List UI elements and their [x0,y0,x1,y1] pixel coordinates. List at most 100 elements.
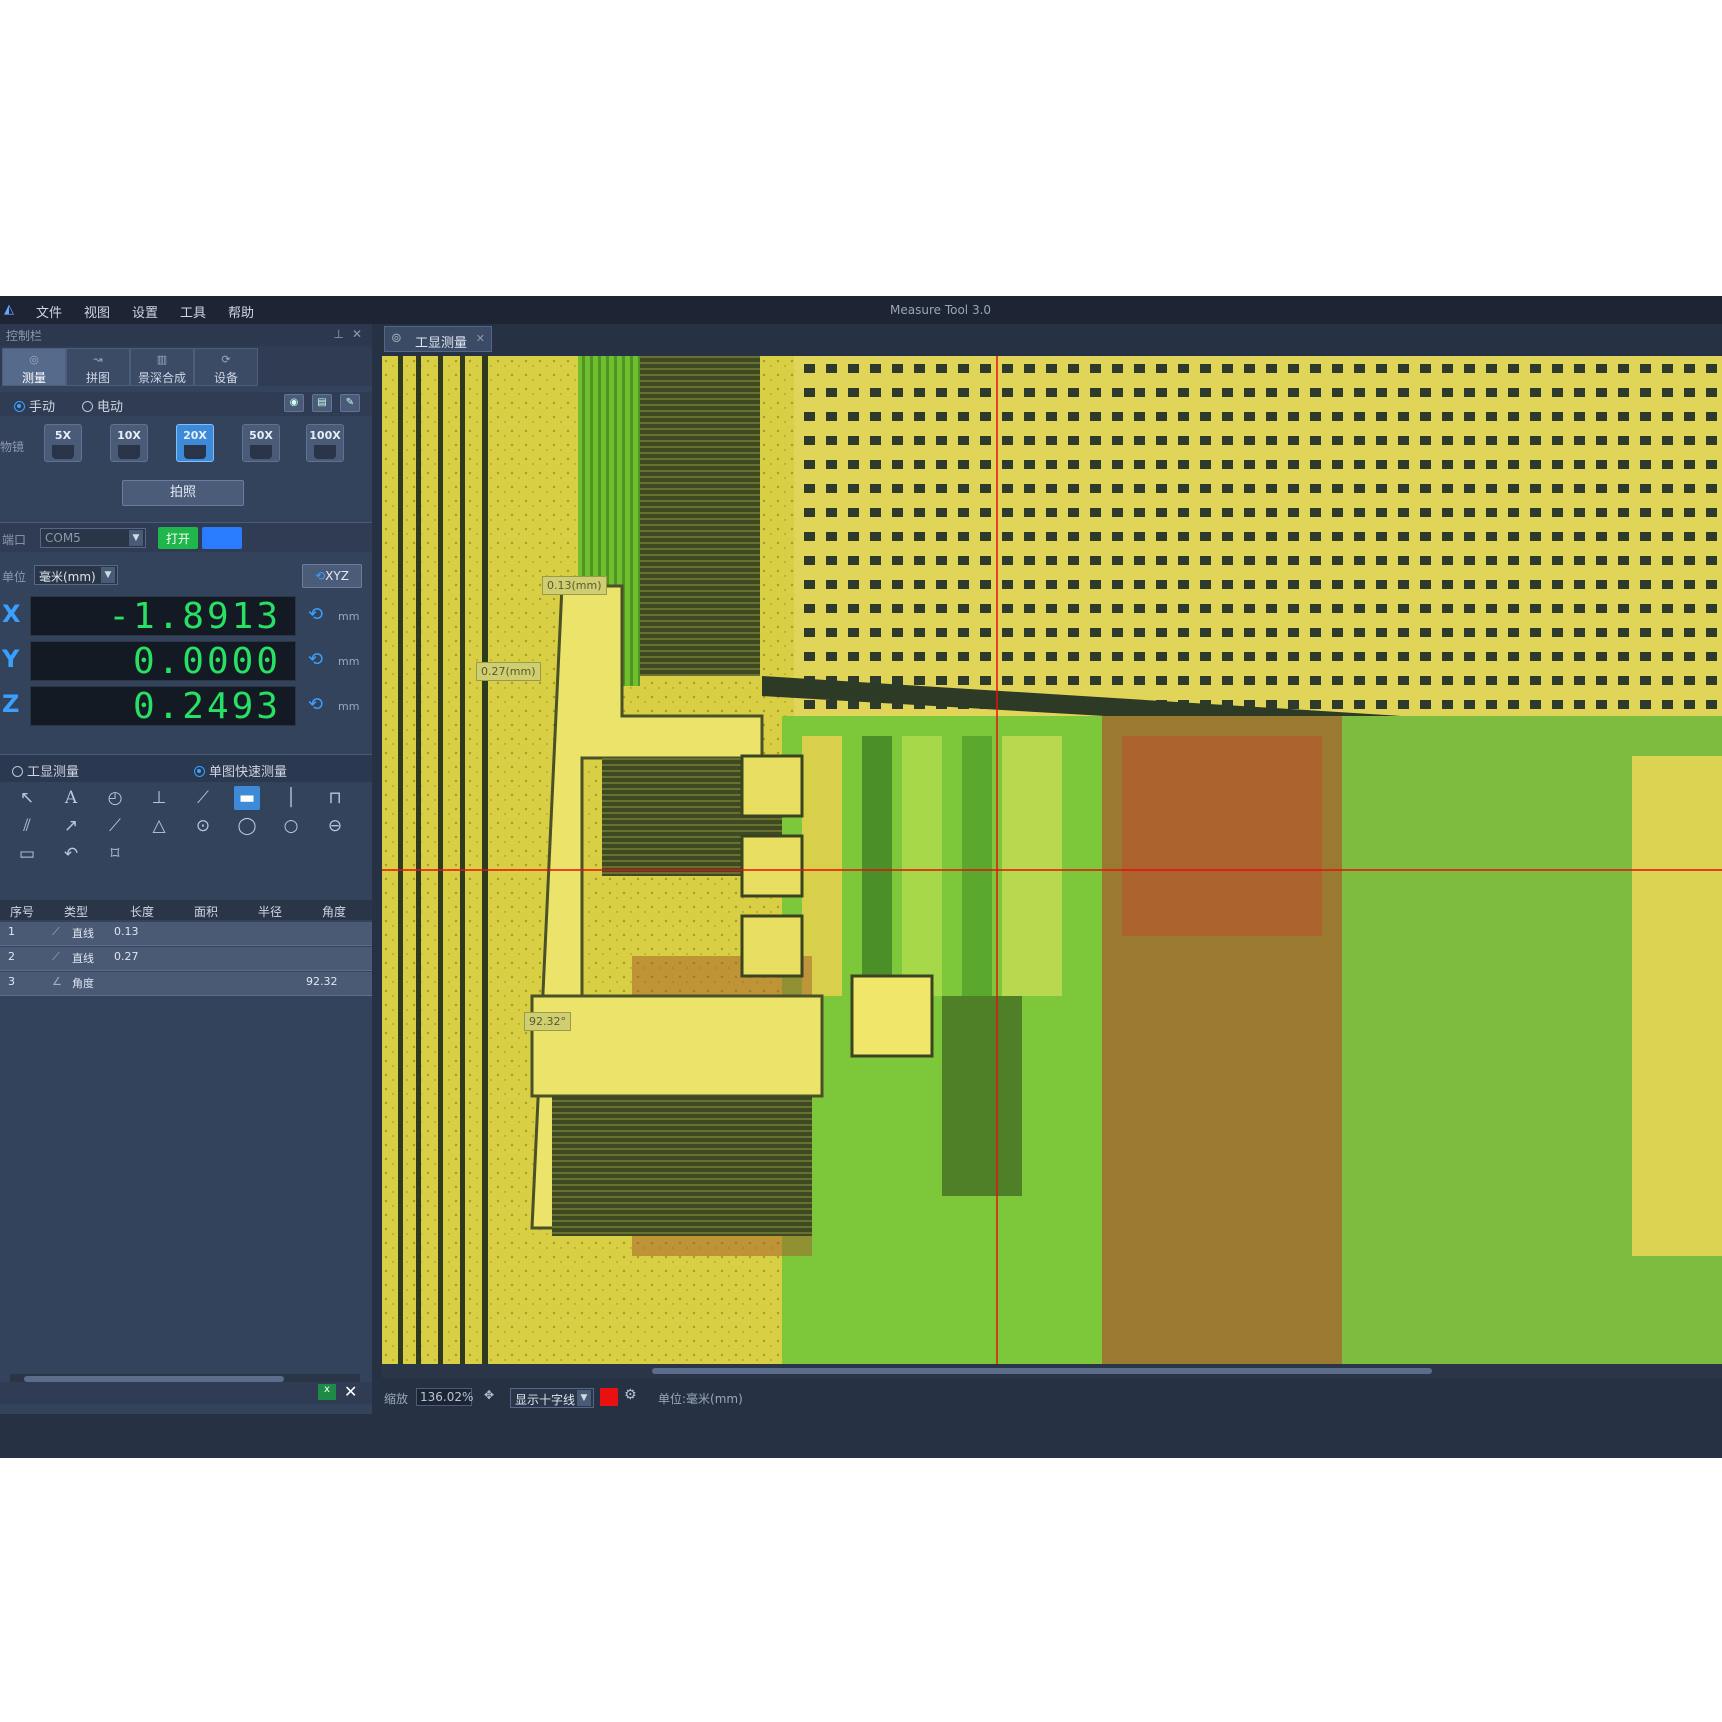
chip-micrograph [382,356,1722,1364]
port-label: 端口 [2,533,27,547]
menu-settings[interactable]: 设置 [132,302,158,321]
arc-icon[interactable]: ↶ [58,842,84,866]
mode-industrial-radio[interactable]: 工显测量 [12,761,79,780]
fit-icon[interactable]: ✥ [484,1388,494,1402]
image-scrollbar[interactable] [382,1364,1722,1378]
measurement-label[interactable]: 0.13(mm) [542,576,607,595]
mode-quick-radio[interactable]: 单图快速测量 [194,761,287,780]
y-coordinate: Y 0.0000 ⟲ mm [2,641,360,682]
gear-icon[interactable]: ⚙ [624,1387,637,1403]
camera-settings-icon[interactable]: ◉ [284,394,304,412]
mode-manual-radio[interactable]: 手动 [14,396,55,415]
open-port-button[interactable]: 打开 [158,527,199,549]
measurement-label[interactable]: 92.32° [524,1012,571,1031]
rectangle-icon[interactable]: ▭ [14,842,40,866]
mode-electric-radio[interactable]: 电动 [82,396,123,415]
device-tab-icon: ⟳ [221,353,231,366]
circle-icon[interactable]: ○ [278,814,304,838]
panel-footer: x ✕ [0,1382,372,1404]
capture-button[interactable]: 拍照 [122,480,244,506]
circle-center-icon[interactable]: ⊙ [190,814,216,838]
crosshair-color-swatch[interactable] [600,1388,618,1406]
line-tool-icon[interactable]: ⟋ [190,786,216,810]
crosshair-select[interactable]: 显示十字线 ▼ [510,1388,594,1408]
caliper-icon[interactable]: ⊓ [322,786,348,810]
stitch-tab-icon: ↝ [93,353,103,366]
microscope-image[interactable]: 0.13(mm) 0.27(mm) 92.32° [382,356,1722,1364]
table-row[interactable]: 2 ⟋ 直线 0.27 [0,947,372,971]
excel-export-icon[interactable]: x [318,1384,336,1400]
y-readout: 0.0000 [30,641,296,682]
measurement-label[interactable]: 0.27(mm) [476,662,541,681]
objective-20x-button[interactable]: 20X [176,424,214,462]
angle-type-icon: ∠ [52,975,62,988]
unit-label: 单位 [2,570,27,584]
reset-icon: ⟲ [315,569,326,583]
menu-file[interactable]: 文件 [36,302,62,321]
text-tool-icon[interactable]: A [58,786,84,810]
tab-industrial-measure[interactable]: ⊚ 工显测量 ✕ [384,326,492,352]
x-coordinate: X -1.8913 ⟲ mm [2,596,360,637]
close-panel-icon[interactable]: ✕ [352,327,362,341]
edit-icon[interactable]: ✎ [340,394,360,412]
control-mode-row: 手动 电动 ◉ ▤ ✎ [0,392,372,416]
pin-icon[interactable]: ⊥ [334,327,344,341]
objective-50x-button[interactable]: 50X [242,424,280,462]
reset-xyz-button[interactable]: ⟲XYZ [302,564,362,588]
parallel-lines-icon[interactable]: ⫽ [14,814,40,838]
measure-toolbar: ↖ A ◴ ⊥ ⟋ ▬ │ ⊓ ⫽ ↗ ⟋ △ ⊙ ◯ ○ ⊖ ▭ ↶ ⌑ [0,784,372,874]
tab-measure[interactable]: ◎ 测量 [2,348,66,386]
table-row[interactable]: 1 ⟋ 直线 0.13 [0,922,372,946]
perpendicular-icon[interactable]: ⟋ [102,814,128,838]
connection-toggle[interactable] [202,527,242,549]
ruler-icon[interactable]: ⊥ [146,786,172,810]
tab-depth-stack[interactable]: ▥ 景深合成 [130,348,194,386]
panel-header: 控制栏 ⊥ ✕ [0,324,372,346]
table-row[interactable]: 3 ∠ 角度 92.32 [0,972,372,996]
objective-label: 物镜 [0,440,25,454]
port-select[interactable]: COM5 ▼ [40,528,146,548]
x-readout: -1.8913 [30,596,296,637]
objective-100x-button[interactable]: 100X [306,424,344,462]
menu-view[interactable]: 视图 [84,302,110,321]
objective-10x-button[interactable]: 10X [110,424,148,462]
horizontal-line-icon[interactable]: ▬ [234,786,260,810]
chevron-down-icon: ▼ [577,1390,591,1406]
app-logo-icon: ◭ [4,302,14,317]
menu-tools[interactable]: 工具 [180,302,206,321]
angle-icon[interactable]: △ [146,814,172,838]
z-coordinate: Z 0.2493 ⟲ mm [2,686,360,727]
z-readout: 0.2493 [30,686,296,727]
reset-z-icon[interactable]: ⟲ [308,694,323,715]
polygon-icon[interactable]: ⌑ [102,842,128,866]
zoom-label: 缩放 [384,1392,409,1406]
objective-5x-button[interactable]: 5X [44,424,82,462]
close-tab-icon[interactable]: ✕ [476,332,485,345]
circle-three-point-icon[interactable]: ◯ [234,814,260,838]
monitor-screen: ◭ 文件 视图 设置 工具 帮助 Measure Tool 3.0 控制栏 ⊥ … [0,296,1722,1458]
vertical-line-icon[interactable]: │ [278,786,304,810]
reset-x-icon[interactable]: ⟲ [308,604,323,625]
tab-device[interactable]: ⟳ 设备 [194,348,258,386]
arrow-line-icon[interactable]: ↗ [58,814,84,838]
depth-tab-icon: ▥ [156,353,168,366]
histogram-icon[interactable]: ▤ [312,394,332,412]
view-status-bar: 缩放 136.02% ✥ 显示十字线 ▼ ⚙ 单位:毫米(mm) [380,1382,1722,1414]
ellipse-icon[interactable]: ⊖ [322,814,348,838]
unit-row: 单位 毫米(mm) ▼ ⟲XYZ [0,562,372,590]
chevron-down-icon: ▼ [101,567,115,583]
window-title: Measure Tool 3.0 [890,303,992,317]
line-type-icon: ⟋ [52,950,60,963]
results-table-header: 序号 类型 长度 面积 半径 角度 [0,900,372,920]
zoom-input[interactable]: 136.02% [416,1388,473,1406]
select-pointer-icon[interactable]: ↖ [14,786,40,810]
reset-y-icon[interactable]: ⟲ [308,649,323,670]
menu-help[interactable]: 帮助 [228,302,254,321]
timer-icon[interactable]: ◴ [102,786,128,810]
clear-icon[interactable]: ✕ [344,1382,357,1401]
tab-stitch[interactable]: ↝ 拼图 [66,348,130,386]
unit-select[interactable]: 毫米(mm) ▼ [34,565,118,585]
measure-mode-row: 工显测量 单图快速测量 [0,754,372,782]
line-type-icon: ⟋ [52,925,60,938]
measure-tab-icon: ◎ [29,353,39,366]
